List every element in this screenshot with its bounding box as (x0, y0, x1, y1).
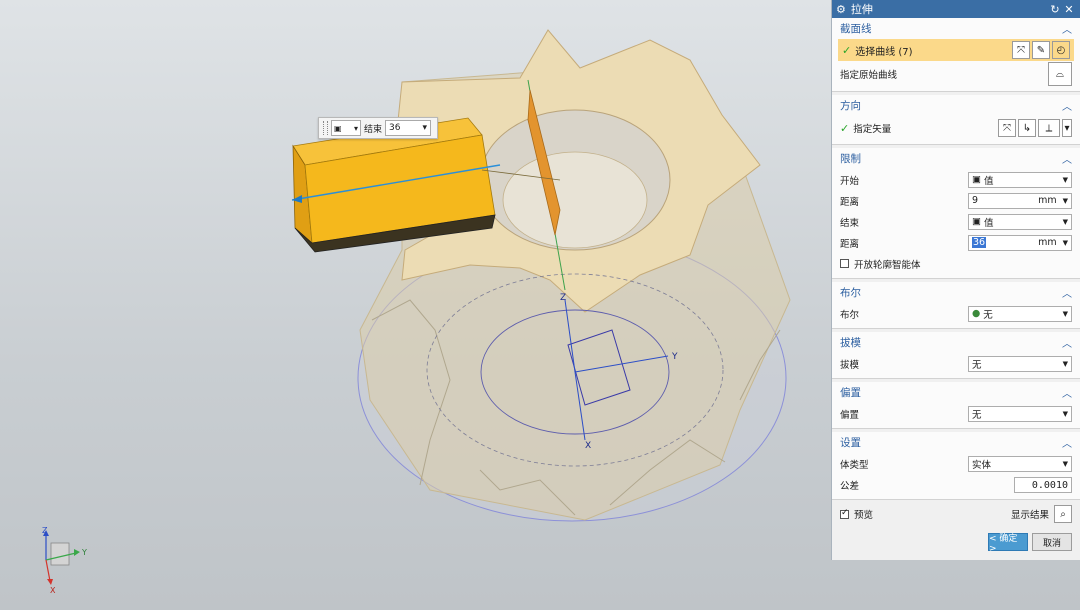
start-distance-row: 距离 9 mm ▼ (832, 190, 1080, 211)
curve-select-icon[interactable]: ◴ (1052, 41, 1070, 59)
chevron-down-icon: ▼ (1062, 175, 1068, 184)
chevron-down-icon: ▼ (1062, 459, 1068, 468)
specify-origin-curve-row: 指定原始曲线 ⌓ (832, 61, 1080, 87)
limit-type-select[interactable]: ▣ ▾ (331, 120, 361, 136)
deselect-icon[interactable]: ⤧ (1012, 41, 1030, 59)
check-icon: ✓ (840, 121, 850, 135)
tolerance-input[interactable]: 0.0010 (1014, 476, 1072, 493)
view-triad[interactable]: Z Y X (36, 525, 106, 595)
value-cube-icon: ▣ (972, 216, 981, 227)
draft-row: 拔模 无 ▼ (832, 353, 1080, 374)
chevron-up-icon: ︿ (1062, 389, 1072, 400)
select-curve-row[interactable]: ✓ 选择曲线 (7) ⤧ ✎ ◴ (838, 39, 1074, 61)
wcs-z-label: Z (560, 293, 566, 303)
triad-x-label: X (50, 586, 56, 595)
triad-z-label: Z (42, 526, 48, 535)
sketch-icon[interactable]: ✎ (1032, 41, 1050, 59)
section-draft: 拔模 ︿ 拔模 无 ▼ (832, 332, 1080, 379)
end-row: 结束 ▣ 值 ▼ (832, 211, 1080, 232)
chevron-up-icon: ︿ (1062, 155, 1072, 166)
close-icon[interactable]: ✕ (1062, 3, 1076, 16)
offset-row: 偏置 无 ▼ (832, 403, 1080, 424)
section-boolean: 布尔 ︿ 布尔 ● 无 ▼ (832, 282, 1080, 329)
body-type-select[interactable]: 实体 ▼ (968, 455, 1072, 472)
end-type-select[interactable]: ▣ 值 ▼ (968, 213, 1072, 230)
chevron-up-icon: ︿ (1062, 339, 1072, 350)
chevron-up-icon: ︿ (1062, 102, 1072, 113)
gear-center-hole-inner (502, 151, 648, 249)
triad-y-label: Y (81, 548, 87, 557)
chevron-down-icon: ▾ (422, 123, 428, 133)
show-result-magnifier-icon[interactable]: ⌕ (1054, 505, 1072, 523)
chevron-up-icon: ︿ (1062, 439, 1072, 450)
preview-row: 预览 显示结果 ⌕ (840, 503, 1072, 525)
offset-select[interactable]: 无 ▼ (968, 405, 1072, 422)
vector-dialog-icon[interactable]: ↳ (1018, 119, 1036, 137)
chevron-up-icon: ︿ (1062, 25, 1072, 36)
value-cube-icon: ▣ (334, 123, 342, 133)
section-limits: 限制 ︿ 开始 ▣ 值 ▼ 距离 9 mm ▼ 结束 ▣ 值 ▼ 距离 36 m… (832, 148, 1080, 279)
check-icon: ✓ (842, 43, 852, 57)
onscreen-input-bar: ▣ ▾ 结束 36 ▾ (318, 117, 438, 139)
boolean-row: 布尔 ● 无 ▼ (832, 303, 1080, 324)
wcs-y-label: Y (671, 352, 678, 362)
boolean-none-icon: ● (972, 308, 981, 319)
chevron-down-icon: ▼ (1062, 309, 1068, 318)
section-draft-header[interactable]: 拔模 ︿ (832, 332, 1080, 353)
body-type-row: 体类型 实体 ▼ (832, 453, 1080, 474)
dialog-footer: 预览 显示结果 ⌕ < 确定 > 取消 (832, 503, 1080, 554)
section-offset: 偏置 ︿ 偏置 无 ▼ (832, 382, 1080, 429)
dialog-title: 拉伸 (850, 3, 873, 16)
value-cube-icon: ▣ (972, 174, 981, 185)
start-row: 开始 ▣ 值 ▼ (832, 169, 1080, 190)
reverse-direction-icon[interactable]: ⤧ (998, 119, 1016, 137)
dialog-titlebar[interactable]: ⚙ 拉伸 ↻ ✕ (832, 0, 1080, 18)
end-distance-row: 距离 36 mm ▼ (832, 232, 1080, 253)
wcs-x-label: X (585, 441, 591, 451)
cancel-button[interactable]: 取消 (1032, 533, 1072, 551)
section-offset-header[interactable]: 偏置 ︿ (832, 382, 1080, 403)
extrude-dialog: ⚙ 拉伸 ↻ ✕ 截面线 ︿ ✓ 选择曲线 (7) ⤧ ✎ ◴ 指定原始曲线 ⌓… (831, 0, 1080, 560)
ok-button[interactable]: < 确定 > (988, 533, 1028, 554)
end-distance-input[interactable]: 36 mm ▼ (968, 234, 1072, 251)
chevron-down-icon: ▼ (1062, 238, 1068, 247)
section-direction-header[interactable]: 方向 ︿ (832, 95, 1080, 116)
end-label: 结束 (364, 124, 383, 135)
draft-select[interactable]: 无 ▼ (968, 355, 1072, 372)
chevron-down-icon: ▼ (1062, 217, 1068, 226)
chevron-down-icon: ▼ (1062, 359, 1068, 368)
tolerance-row: 公差 0.0010 (832, 474, 1080, 495)
preview-checkbox[interactable] (840, 508, 849, 519)
reset-icon[interactable]: ↻ (1048, 3, 1062, 16)
open-profile-row[interactable]: 开放轮廓智能体 (832, 253, 1080, 274)
chevron-down-icon: ▼ (1062, 196, 1068, 205)
section-curve: 截面线 ︿ ✓ 选择曲线 (7) ⤧ ✎ ◴ 指定原始曲线 ⌓ (832, 18, 1080, 92)
gear-icon[interactable]: ⚙ (836, 3, 846, 16)
chevron-down-icon: ▼ (1062, 409, 1068, 418)
drag-grip[interactable] (323, 121, 328, 135)
section-settings-header[interactable]: 设置 ︿ (832, 432, 1080, 453)
open-profile-checkbox[interactable] (840, 259, 849, 268)
section-curve-header[interactable]: 截面线 ︿ (832, 18, 1080, 39)
specify-vector-row: ✓ 指定矢量 ⤧ ↳ ⟂ ▾ (832, 116, 1080, 140)
dialog-buttons: < 确定 > 取消 (840, 533, 1072, 554)
graphics-viewport[interactable]: Y Z X ▣ ▾ 结束 36 ▾ Z Y X (0, 0, 830, 610)
origin-curve-icon[interactable]: ⌓ (1048, 62, 1072, 86)
start-type-select[interactable]: ▣ 值 ▼ (968, 171, 1072, 188)
boolean-select[interactable]: ● 无 ▼ (968, 305, 1072, 322)
end-distance-input[interactable]: 36 ▾ (385, 120, 432, 136)
section-settings: 设置 ︿ 体类型 实体 ▼ 公差 0.0010 (832, 432, 1080, 500)
vector-dropdown-icon[interactable]: ▾ (1062, 119, 1072, 137)
chevron-down-icon: ▾ (353, 123, 358, 133)
section-limits-header[interactable]: 限制 ︿ (832, 148, 1080, 169)
chevron-up-icon: ︿ (1062, 289, 1072, 300)
start-distance-input[interactable]: 9 mm ▼ (968, 192, 1072, 209)
section-direction: 方向 ︿ ✓ 指定矢量 ⤧ ↳ ⟂ ▾ (832, 95, 1080, 145)
section-boolean-header[interactable]: 布尔 ︿ (832, 282, 1080, 303)
inferred-vector-icon[interactable]: ⟂ (1038, 119, 1060, 137)
model-scene[interactable]: Y Z X (0, 0, 830, 610)
